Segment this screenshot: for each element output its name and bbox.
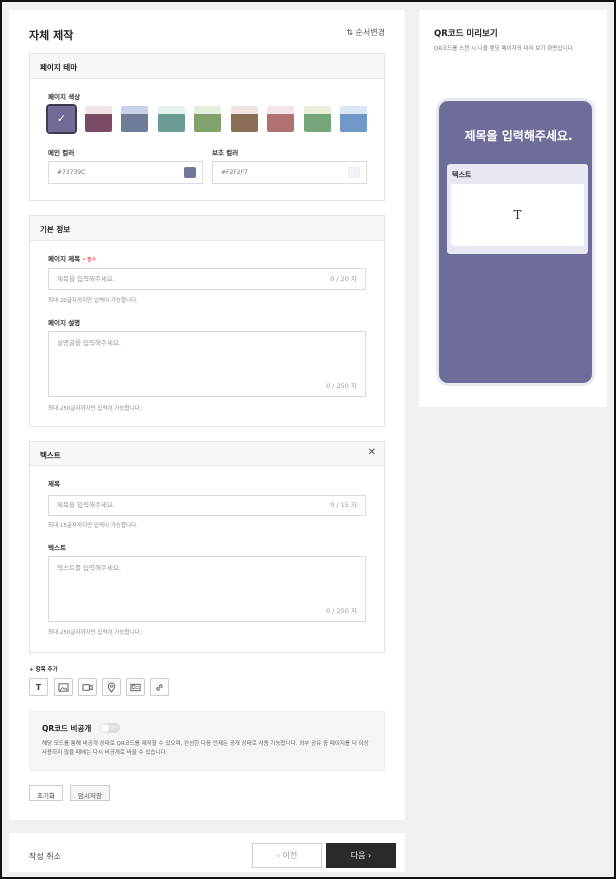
image-icon[interactable] [54,678,73,696]
cancel-button[interactable]: 작성 취소 [29,851,61,862]
swatch-sub-color [121,106,148,114]
link-icon[interactable] [150,678,169,696]
swatch-main-color [194,114,221,132]
text-block-card: 텍스트 ✕ 제목 제목을 입력해주세요. 0 / 15 자 최대 15글자까지만… [29,441,385,653]
text-block-title: 텍스트 [40,451,61,460]
toggle-knob [101,724,109,732]
checkmark-icon: ✓ [56,112,67,125]
page-desc-help: 최대 250글자까지만 입력이 가능합니다. [48,406,142,412]
theme-card-header: 페이지 테마 [30,54,384,79]
main-color-input[interactable]: #73739C [48,161,203,184]
text-body-label: 텍스트 [48,544,66,552]
sub-color-label: 보조 컬러 [212,149,239,157]
swatch-sub-color [230,106,258,114]
page-desc-count: 0 / 250 자 [326,382,357,390]
text-title-help: 최대 15글자까지만 입력이 가능합니다. [48,523,138,529]
sub-color-input[interactable]: #F2F2F7 [212,161,367,184]
qr-private-description: 해당 모드를 통해 비공개 상태로 QR코드를 제작할 수 있으며, 완성한 다… [42,741,369,756]
swatch-sub-color [303,106,331,114]
text-placeholder-icon: T [451,184,584,246]
basic-info-header: 기본 정보 [30,216,384,241]
text-tool-glyph: T [35,682,42,692]
temp-save-button[interactable]: 임시저장 [70,785,110,801]
color-swatch[interactable] [194,106,221,132]
swatch-main-color [84,114,112,132]
page-title-placeholder: 제목을 입력해주세요. [57,275,115,283]
swatch-sub-color [157,106,185,114]
qr-private-title: QR코드 비공개 [42,724,92,733]
add-item-label: + 항목 추가 [29,667,58,673]
close-icon[interactable]: ✕ [368,447,376,458]
color-swatch[interactable] [340,106,367,132]
page-desc-placeholder: 설명글을 입력해주세요. [57,339,121,347]
main-color-chip[interactable] [184,167,196,178]
page-desc-textarea[interactable]: 설명글을 입력해주세요. 0 / 250 자 [48,331,366,397]
text-block-header: 텍스트 ✕ [30,442,384,466]
main-color-label: 메인 컬러 [48,149,75,157]
text-title-label: 제목 [48,480,60,488]
swatch-sub-color [84,106,112,114]
color-swatch[interactable] [84,106,112,132]
page-title-label: 페이지 제목 • 필수 [48,253,96,263]
next-button[interactable]: 다음 › [326,843,396,868]
qr-private-box: QR코드 비공개 OFF 해당 모드를 통해 비공개 상태로 QR코드를 제작할… [29,711,385,771]
theme-card: 페이지 테마 페이지 색상 ✓ 메인 컬러 #73739C 보조 컬러 #F2F… [29,53,385,201]
color-swatch[interactable]: ✓ [46,104,77,134]
swatch-main-color [340,114,367,132]
swatch-sub-color [267,106,294,114]
toggle-state: OFF [110,725,118,730]
text-body-textarea[interactable]: 텍스트를 입력해주세요. 0 / 250 자 [48,556,366,622]
preview-description: QR코드를 스캔 시 나올 랜딩 페이지의 미리 보기 화면입니다. [434,46,575,52]
location-pin-icon[interactable] [102,678,121,696]
video-icon[interactable] [78,678,97,696]
phone-preview-title: 제목을 입력해주세요. [464,129,573,143]
basic-info-card: 기본 정보 페이지 제목 • 필수 제목을 입력해주세요. 0 / 20 자 최… [29,215,385,427]
text-tool-icon[interactable]: T [29,678,48,696]
text-title-placeholder: 제목을 입력해주세요. [57,501,115,509]
required-badge: • 필수 [82,257,97,263]
main-color-value: #73739C [57,169,86,176]
page-title-input[interactable]: 제목을 입력해주세요. 0 / 20 자 [48,268,366,290]
text-body-help: 최대 250글자까지만 입력이 가능합니다. [48,630,142,636]
swatch-main-color [157,114,185,132]
swatch-sub-color [340,106,367,114]
card-icon[interactable] [126,678,145,696]
phone-card-label: 텍스트 [452,171,472,179]
phone-card-glyph: T [513,208,522,222]
color-swatch[interactable] [303,106,331,132]
page-title-label-text: 페이지 제목 [48,255,81,263]
reorder-button[interactable]: ⇅ 순서변경 [346,27,385,38]
sub-color-value: #F2F2F7 [221,169,248,176]
text-title-input[interactable]: 제목을 입력해주세요. 0 / 15 자 [48,495,366,516]
text-title-count: 0 / 15 자 [330,501,357,509]
swatch-main-color [303,114,331,132]
prev-button[interactable]: ‹ 이전 [252,843,322,868]
color-swatch[interactable] [230,106,258,132]
color-swatch[interactable] [121,106,148,132]
phone-preview: 제목을 입력해주세요. 텍스트 T [436,98,595,386]
color-swatch[interactable] [157,106,185,132]
text-body-placeholder: 텍스트를 입력해주세요. [57,564,121,572]
preview-title: QR코드 미리보기 [434,29,498,39]
swatch-sub-color [194,106,221,114]
page-desc-label: 페이지 설명 [48,319,81,327]
text-body-count: 0 / 250 자 [326,607,357,615]
color-swatch[interactable] [267,106,294,132]
qr-private-toggle[interactable]: OFF [100,723,120,733]
phone-preview-text-card: 텍스트 T [447,164,588,254]
page-title: 자체 제작 [29,29,74,42]
reset-button[interactable]: 초기화 [29,785,63,801]
swatch-main-color [230,114,258,132]
page-color-label: 페이지 색상 [48,93,81,101]
page-title-help: 최대 20글자까지만 입력이 가능합니다. [48,298,138,304]
swatch-main-color [121,114,148,132]
sub-color-chip[interactable] [348,167,360,178]
page-title-count: 0 / 20 자 [330,275,357,283]
swatch-main-color [267,114,294,132]
